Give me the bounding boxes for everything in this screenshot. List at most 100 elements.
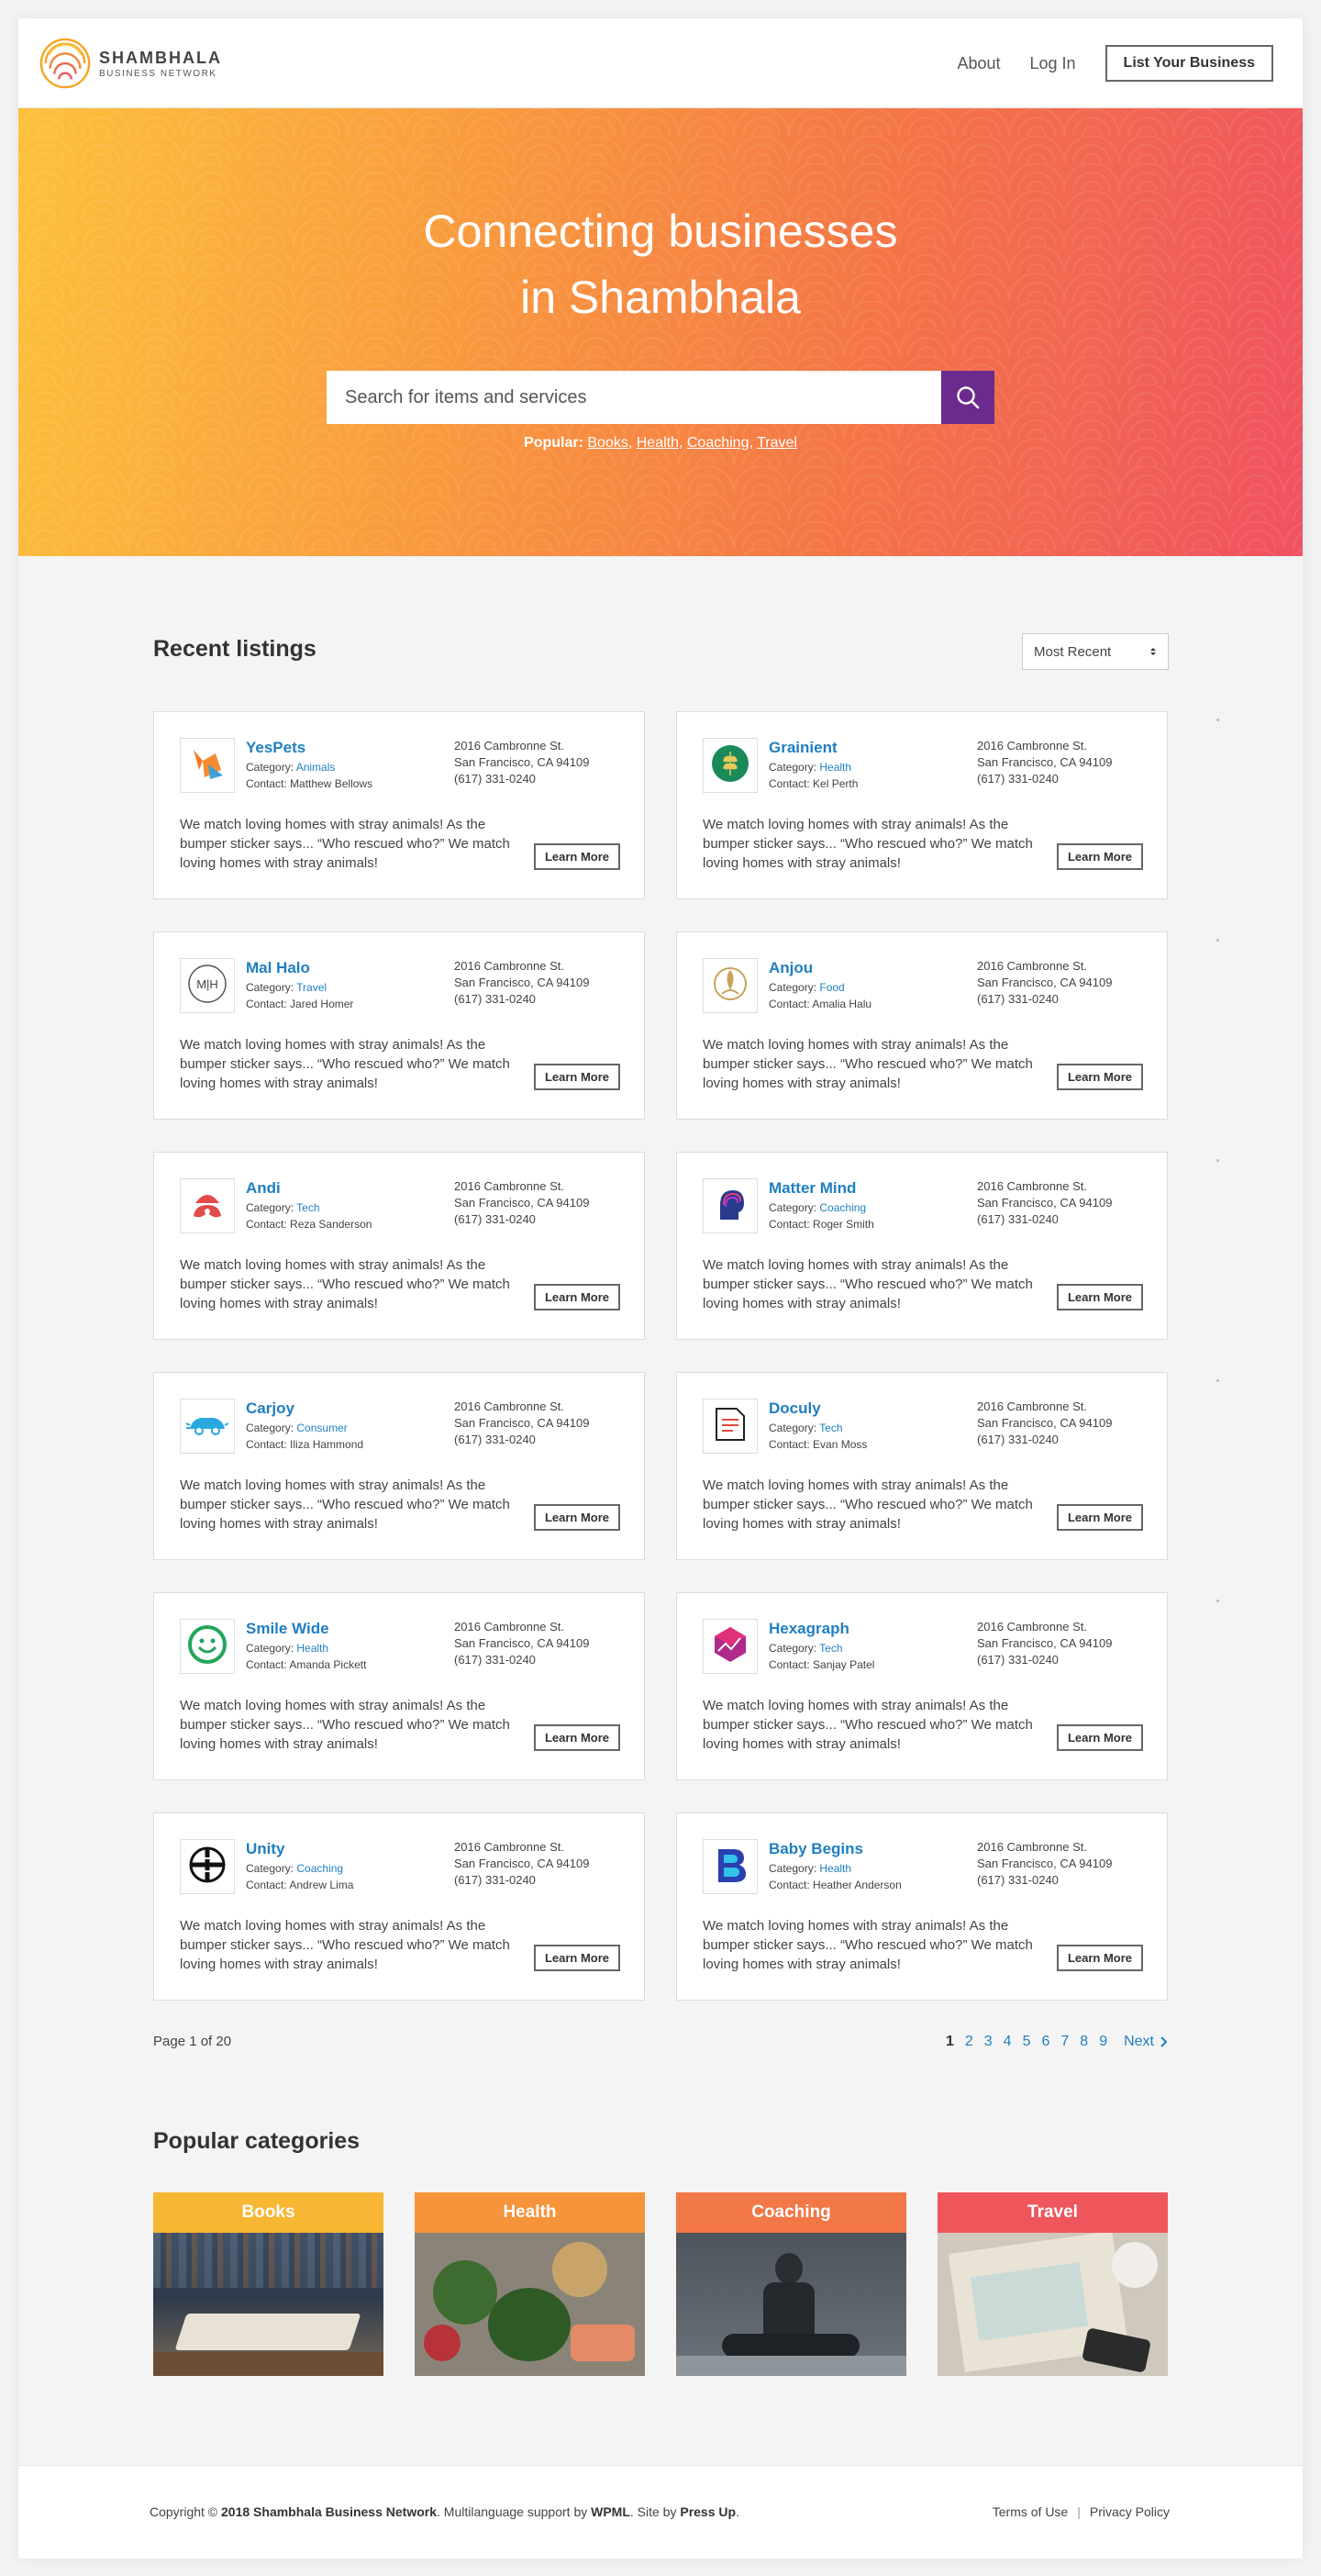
site-logo[interactable]: SHAMBHALA BUSINESS NETWORK	[39, 37, 222, 90]
listing-category-link[interactable]: Health	[819, 1862, 851, 1875]
learn-more-button[interactable]: Learn More	[1057, 1064, 1143, 1090]
listing-logo[interactable]	[703, 1839, 758, 1894]
listing-category-link[interactable]: Coaching	[819, 1201, 866, 1214]
learn-more-button[interactable]: Learn More	[534, 1945, 620, 1971]
listing-name[interactable]: Anjou	[769, 959, 813, 977]
listing-contact: Amalia Halu	[812, 998, 872, 1010]
learn-more-button[interactable]: Learn More	[1057, 1284, 1143, 1310]
next-page-link[interactable]: Next	[1124, 2034, 1154, 2050]
listing-category-link[interactable]: Tech	[819, 1642, 842, 1655]
listing-logo[interactable]	[180, 738, 235, 793]
listing-logo[interactable]	[703, 1399, 758, 1454]
pressup-link[interactable]: Press Up	[680, 2504, 736, 2519]
listing-name[interactable]: Hexagraph	[769, 1620, 849, 1638]
listing-name[interactable]: Baby Begins	[769, 1840, 863, 1858]
learn-more-button[interactable]: Learn More	[534, 1284, 620, 1310]
category-tile-books[interactable]: Books	[153, 2192, 383, 2376]
nav-login-link[interactable]: Log In	[1030, 54, 1076, 73]
list-your-business-button[interactable]: List Your Business	[1105, 45, 1273, 82]
listing-logo[interactable]	[180, 1839, 235, 1894]
page-link-3[interactable]: 3	[984, 2034, 993, 2050]
listing-category-link[interactable]: Animals	[296, 761, 336, 774]
popular-link-coaching[interactable]: Coaching	[687, 435, 749, 451]
listing-category-link[interactable]: Consumer	[296, 1422, 347, 1434]
category-tile-coaching[interactable]: Coaching	[676, 2192, 906, 2376]
document-icon	[709, 1403, 751, 1450]
listing-category-link[interactable]: Health	[819, 761, 851, 774]
page-link-5[interactable]: 5	[1023, 2034, 1031, 2050]
learn-more-button[interactable]: Learn More	[534, 1724, 620, 1751]
page-link-1[interactable]: 1	[946, 2034, 954, 2050]
listing-name[interactable]: Andi	[246, 1179, 281, 1198]
learn-more-button[interactable]: Learn More	[534, 1504, 620, 1531]
listing-logo[interactable]	[703, 738, 758, 793]
listing-name[interactable]: Doculy	[769, 1400, 821, 1418]
listing-name[interactable]: YesPets	[246, 739, 305, 757]
site-by-text: . Site by	[629, 2504, 681, 2519]
terms-link[interactable]: Terms of Use	[993, 2504, 1068, 2519]
listing-logo[interactable]	[180, 1619, 235, 1674]
category-tile-health[interactable]: Health	[415, 2192, 645, 2376]
listing-logo[interactable]	[180, 1399, 235, 1454]
listing-card: Grainient Category: Health Contact: Kel Pe…	[676, 711, 1168, 899]
listing-logo[interactable]	[703, 1178, 758, 1233]
listing-name[interactable]: Unity	[246, 1840, 285, 1858]
listing-logo[interactable]	[703, 1619, 758, 1674]
listing-address: 2016 Cambronne St. San Francisco, CA 9410…	[977, 958, 1112, 1008]
listing-logo[interactable]: M|H	[180, 958, 235, 1013]
address-line2: San Francisco, CA 94109	[977, 755, 1113, 769]
privacy-link[interactable]: Privacy Policy	[1090, 2504, 1170, 2519]
learn-more-button[interactable]: Learn More	[534, 1064, 620, 1090]
footer-separator: |	[1077, 2504, 1081, 2519]
popular-link-health[interactable]: Health	[637, 435, 679, 451]
address-line1: 2016 Cambronne St.	[977, 1179, 1087, 1193]
page-link-4[interactable]: 4	[1004, 2034, 1012, 2050]
learn-more-button[interactable]: Learn More	[1057, 1945, 1143, 1971]
listing-contact: Matthew Bellows	[290, 777, 373, 790]
listing-description: We match loving homes with stray animals…	[180, 1918, 510, 1972]
listing-address: 2016 Cambronne St. San Francisco, CA 9410…	[454, 1839, 589, 1889]
listing-meta: Category: Health Contact: Kel Perth	[769, 759, 858, 792]
learn-more-button[interactable]: Learn More	[1057, 1724, 1143, 1751]
listing-category-link[interactable]: Travel	[296, 981, 327, 994]
category-prefix: Category:	[246, 761, 294, 774]
house-logo-icon	[186, 1183, 228, 1230]
sort-select[interactable]: Most Recent	[1022, 633, 1169, 670]
sort-select-value: Most Recent	[1034, 643, 1112, 660]
learn-more-button[interactable]: Learn More	[1057, 843, 1143, 870]
learn-more-button[interactable]: Learn More	[534, 843, 620, 870]
popular-link-books[interactable]: Books	[587, 435, 627, 451]
listing-phone: (617) 331-0240	[977, 1653, 1059, 1667]
page-link-2[interactable]: 2	[965, 2034, 973, 2050]
listing-category-link[interactable]: Coaching	[296, 1862, 343, 1875]
listing-category-link[interactable]: Tech	[819, 1422, 842, 1434]
listing-category-link[interactable]: Food	[819, 981, 844, 994]
wpml-link[interactable]: WPML	[591, 2504, 630, 2519]
listing-name[interactable]: Mal Halo	[246, 959, 310, 977]
listing-name[interactable]: Matter Mind	[769, 1179, 856, 1198]
learn-more-button[interactable]: Learn More	[1057, 1504, 1143, 1531]
listing-logo[interactable]	[180, 1178, 235, 1233]
page-link-6[interactable]: 6	[1041, 2034, 1049, 2050]
search-input[interactable]	[327, 371, 941, 424]
category-tile-travel[interactable]: Travel	[938, 2192, 1168, 2376]
address-line1: 2016 Cambronne St.	[977, 959, 1087, 973]
listing-category-link[interactable]: Health	[296, 1642, 328, 1655]
listing-name[interactable]: Carjoy	[246, 1400, 294, 1418]
fox-logo-icon	[186, 742, 228, 789]
decor-dot	[1216, 1600, 1219, 1602]
category-label: Travel	[938, 2192, 1168, 2233]
popular-link-travel[interactable]: Travel	[757, 435, 797, 451]
page-link-7[interactable]: 7	[1060, 2034, 1069, 2050]
address-line1: 2016 Cambronne St.	[454, 1179, 564, 1193]
nav-about-link[interactable]: About	[957, 54, 1000, 73]
listing-card: Baby Begins Category: Health Contact: Heat…	[676, 1812, 1168, 2001]
page-link-9[interactable]: 9	[1099, 2034, 1107, 2050]
listing-name[interactable]: Smile Wide	[246, 1620, 329, 1638]
listing-logo[interactable]	[703, 958, 758, 1013]
listing-name[interactable]: Grainient	[769, 739, 838, 757]
page-link-8[interactable]: 8	[1080, 2034, 1088, 2050]
listing-category-link[interactable]: Tech	[296, 1201, 319, 1214]
search-button[interactable]	[941, 371, 994, 424]
listing-description: We match loving homes with stray animals…	[703, 1037, 1033, 1091]
